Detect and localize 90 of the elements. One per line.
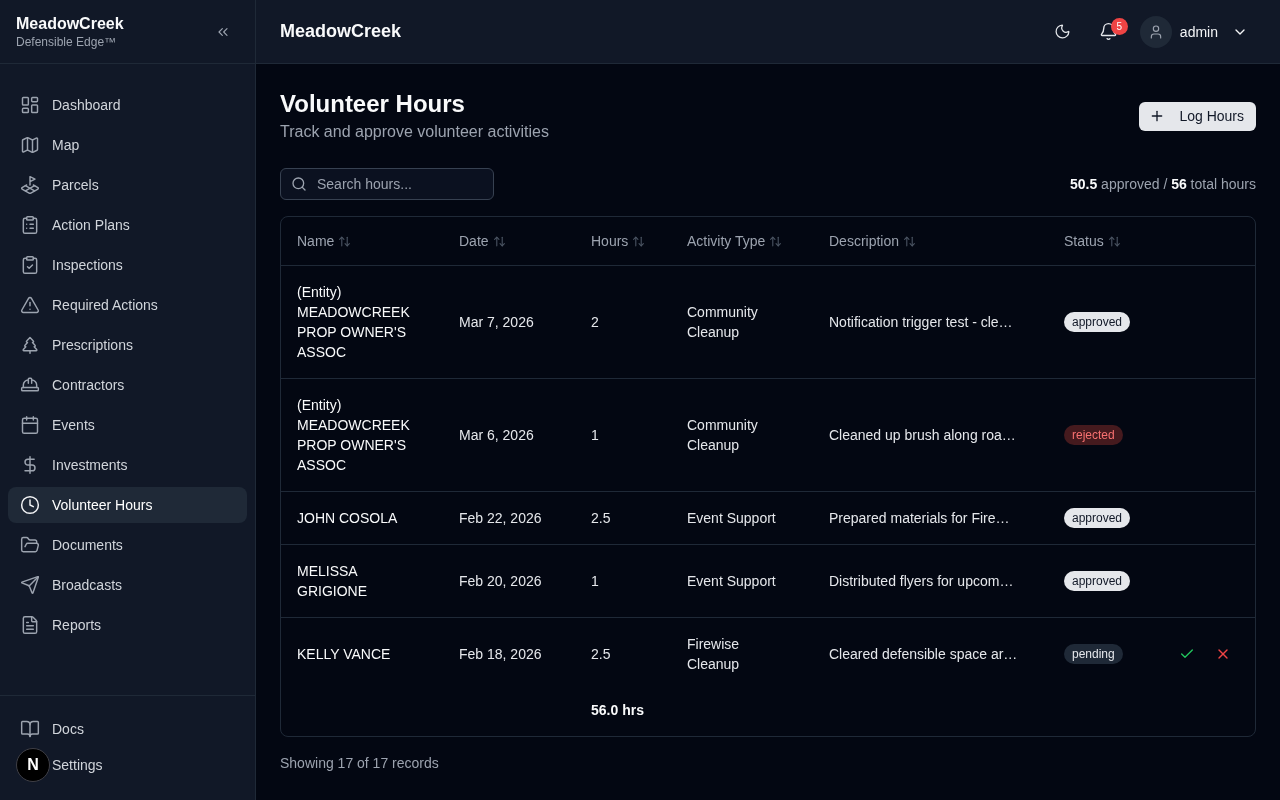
- table-cell-text: 2.5: [590, 645, 612, 664]
- notification-count-badge: 5: [1110, 17, 1128, 35]
- records-count: Showing 17 of 17 records: [280, 754, 440, 773]
- clipboard-list-icon: [20, 215, 40, 235]
- brand-subtitle: Defensible Edge™: [16, 33, 118, 50]
- nav-item[interactable]: Parcels: [8, 167, 247, 203]
- table-cell-text: Mar 6, 2026: [458, 426, 535, 445]
- search-field[interactable]: Search hours...: [280, 168, 494, 200]
- log-hours-button[interactable]: Log Hours: [1139, 101, 1256, 131]
- warning-triangle-icon: [20, 295, 40, 315]
- nav-item[interactable]: Settings: [52, 747, 247, 783]
- table-cell-text: Feb 22, 2026: [458, 509, 543, 528]
- dashboard-grid-icon: [20, 95, 40, 115]
- nav-item[interactable]: Volunteer Hours: [8, 487, 247, 523]
- nav-item[interactable]: Dashboard: [8, 87, 247, 123]
- sort-arrows-icon: [769, 234, 783, 248]
- clipboard-check-icon: [20, 255, 40, 275]
- table-cell-text: Feb 18, 2026: [458, 645, 543, 664]
- column-header[interactable]: Status: [1064, 231, 1121, 251]
- column-header[interactable]: Description: [829, 231, 917, 251]
- nav-item[interactable]: Documents: [8, 527, 247, 563]
- book-icon: [20, 719, 40, 739]
- table-cell-text: Firewise Cleanup: [686, 635, 741, 674]
- column-header[interactable]: Activity Type: [687, 231, 783, 251]
- status-badge: pending: [1064, 644, 1123, 664]
- column-header[interactable]: Hours: [591, 231, 646, 251]
- moon-icon: [1054, 23, 1072, 40]
- nav-item[interactable]: Inspections: [8, 247, 247, 283]
- sort-arrows-icon: [492, 234, 506, 248]
- folder-icon: [20, 535, 40, 555]
- map-icon: [20, 135, 40, 155]
- hours-summary: 50.5 approved / 56 total hours: [1069, 176, 1256, 192]
- table-cell-text: Event Support: [686, 509, 777, 528]
- tree-icon: [20, 335, 40, 355]
- total-hours: 56.0 hrs: [590, 701, 645, 720]
- nav-item[interactable]: Docs: [8, 711, 247, 747]
- table-cell-text: Event Support: [686, 572, 777, 591]
- page-subtitle: Track and approve volunteer activities: [280, 122, 549, 142]
- sort-arrows-icon: [1107, 234, 1121, 248]
- table-cell-text: (Entity) MEADOWCREEK PROP OWNER'S ASSOC: [296, 283, 411, 362]
- nav-item[interactable]: Required Actions: [8, 287, 247, 323]
- table-cell-text: Feb 20, 2026: [458, 572, 543, 591]
- table-cell-text: Prepared materials for Fire…: [828, 509, 1011, 528]
- table-cell-text: MELISSA GRIGIONE: [296, 562, 368, 601]
- document-icon: [20, 615, 40, 635]
- nav-item[interactable]: Prescriptions: [8, 327, 247, 363]
- sort-arrows-icon: [903, 234, 917, 248]
- table-cell-text: Mar 7, 2026: [458, 313, 535, 332]
- table-cell-text: 1: [590, 572, 600, 591]
- column-header[interactable]: Date: [459, 231, 506, 251]
- sort-arrows-icon: [338, 234, 352, 248]
- table-cell-text: 2: [590, 313, 600, 332]
- status-badge: approved: [1064, 571, 1131, 591]
- hard-hat-icon: [20, 375, 40, 395]
- table-cell-text: Community Cleanup: [686, 416, 759, 455]
- status-badge: approved: [1064, 508, 1131, 528]
- table-cell-text: (Entity) MEADOWCREEK PROP OWNER'S ASSOC: [296, 396, 411, 475]
- paper-plane-icon: [20, 575, 40, 595]
- nav-item[interactable]: Action Plans: [8, 207, 247, 243]
- table-cell-text: KELLY VANCE: [296, 645, 392, 664]
- user-menu-button[interactable]: admin: [1139, 15, 1256, 48]
- nav-item[interactable]: Broadcasts: [8, 567, 247, 603]
- nav-item[interactable]: Contractors: [8, 367, 247, 403]
- status-badge: rejected: [1064, 425, 1123, 445]
- notifications-button[interactable]: 5: [1091, 14, 1126, 49]
- sort-arrows-icon: [632, 234, 646, 248]
- table-cell-text: Notification trigger test - cle…: [828, 313, 1014, 332]
- bell-icon: [1099, 22, 1119, 41]
- table-cell-text: Distributed flyers for upcom…: [828, 572, 1015, 591]
- nav-item[interactable]: Events: [8, 407, 247, 443]
- page-title: Volunteer Hours: [280, 89, 466, 119]
- status-badge: approved: [1064, 312, 1131, 332]
- table-cell-text: JOHN COSOLA: [296, 509, 399, 528]
- nav-item[interactable]: Reports: [8, 607, 247, 643]
- flag-plot-icon: [20, 175, 40, 195]
- table-cell-text: Cleared defensible space ar…: [828, 645, 1019, 664]
- clock-icon: [20, 495, 40, 515]
- nav-item[interactable]: Map: [8, 127, 247, 163]
- table-cell-text: 2.5: [590, 509, 612, 528]
- column-header[interactable]: Name: [297, 231, 352, 251]
- table-cell-text: Community Cleanup: [686, 303, 759, 342]
- user-avatar-icon: [1139, 15, 1172, 48]
- brand-title: MeadowCreek: [16, 13, 124, 34]
- logo-button[interactable]: N: [16, 748, 50, 782]
- nav-item[interactable]: Investments: [8, 447, 247, 483]
- table-cell-text: Cleaned up brush along roa…: [828, 426, 1017, 445]
- table-cell-text: 1: [590, 426, 600, 445]
- search-icon: [291, 176, 307, 192]
- app-title: MeadowCreek: [280, 21, 402, 42]
- calendar-icon: [20, 415, 40, 435]
